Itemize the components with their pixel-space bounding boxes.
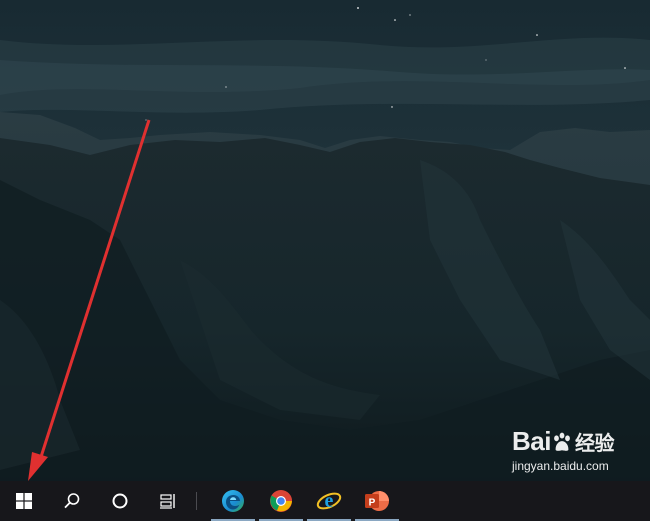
cortana-circle-icon — [112, 493, 128, 509]
baidu-paw-icon — [554, 432, 570, 451]
watermark-logo: Bai 经验 — [512, 426, 614, 457]
baidu-jingyan-watermark: Bai 经验 jingyan.baidu.com — [512, 426, 642, 476]
watermark-logo-chinese: 经验 — [574, 433, 615, 455]
start-button[interactable] — [0, 481, 48, 521]
search-button[interactable] — [48, 481, 96, 521]
powerpoint-app[interactable]: P — [353, 481, 401, 521]
cortana-button[interactable] — [96, 481, 144, 521]
chrome-app[interactable] — [257, 481, 305, 521]
taskbar-separator — [196, 492, 197, 510]
taskbar: e P — [0, 481, 650, 521]
powerpoint-icon: P — [365, 491, 389, 511]
edge-icon — [222, 490, 244, 512]
ie-app[interactable]: e — [305, 481, 353, 521]
svg-text:e: e — [325, 490, 334, 512]
task-view-icon — [160, 494, 175, 509]
edge-app[interactable] — [209, 481, 257, 521]
task-view-button[interactable] — [144, 481, 192, 521]
desktop: Bai 经验 jingyan.baidu.com e P — [0, 0, 650, 521]
chrome-icon — [270, 490, 292, 512]
search-icon — [64, 493, 80, 509]
watermark-url: jingyan.baidu.com — [512, 459, 609, 473]
internet-explorer-icon: e — [316, 490, 342, 512]
svg-text:P: P — [369, 498, 376, 509]
windows-logo-icon — [16, 493, 32, 509]
watermark-logo-prefix: Bai — [512, 426, 551, 456]
